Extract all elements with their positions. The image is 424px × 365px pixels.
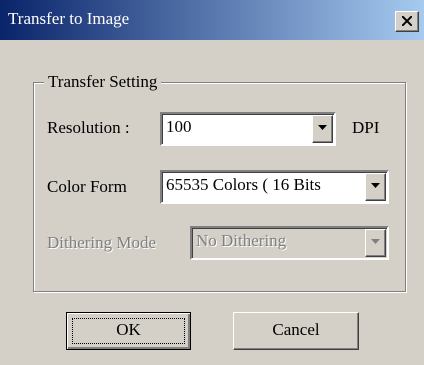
chevron-down-icon — [318, 125, 327, 130]
resolution-dropdown-button[interactable] — [312, 115, 333, 143]
close-button[interactable] — [395, 11, 419, 32]
title-bar[interactable]: Transfer to Image — [0, 0, 424, 40]
resolution-label: Resolution : — [47, 118, 130, 137]
dithering-mode-value: No Dithering — [196, 231, 287, 250]
chevron-down-icon — [371, 239, 380, 244]
color-form-dropdown-button[interactable] — [365, 173, 386, 201]
resolution-unit: DPI — [352, 118, 380, 137]
close-icon — [402, 16, 412, 26]
dithering-dropdown-button — [365, 229, 386, 257]
ok-button-label: OK — [116, 320, 141, 339]
resolution-select[interactable]: 100 — [160, 112, 336, 146]
dithering-mode-label: Dithering Mode — [47, 233, 157, 252]
group-legend: Transfer Setting — [44, 72, 162, 92]
dithering-mode-select: No Dithering — [190, 226, 389, 260]
color-form-label: Color Form — [47, 177, 127, 196]
color-form-select[interactable]: 65535 Colors ( 16 Bits — [160, 170, 389, 204]
color-form-value: 65535 Colors ( 16 Bits — [166, 175, 321, 194]
cancel-button-label: Cancel — [272, 320, 320, 339]
cancel-button[interactable]: Cancel — [233, 312, 359, 350]
resolution-value: 100 — [166, 117, 192, 136]
window-title: Transfer to Image — [8, 9, 130, 28]
ok-button[interactable]: OK — [66, 312, 191, 350]
transfer-dialog: Transfer to Image Transfer Setting Resol… — [0, 0, 424, 365]
chevron-down-icon — [371, 183, 380, 188]
